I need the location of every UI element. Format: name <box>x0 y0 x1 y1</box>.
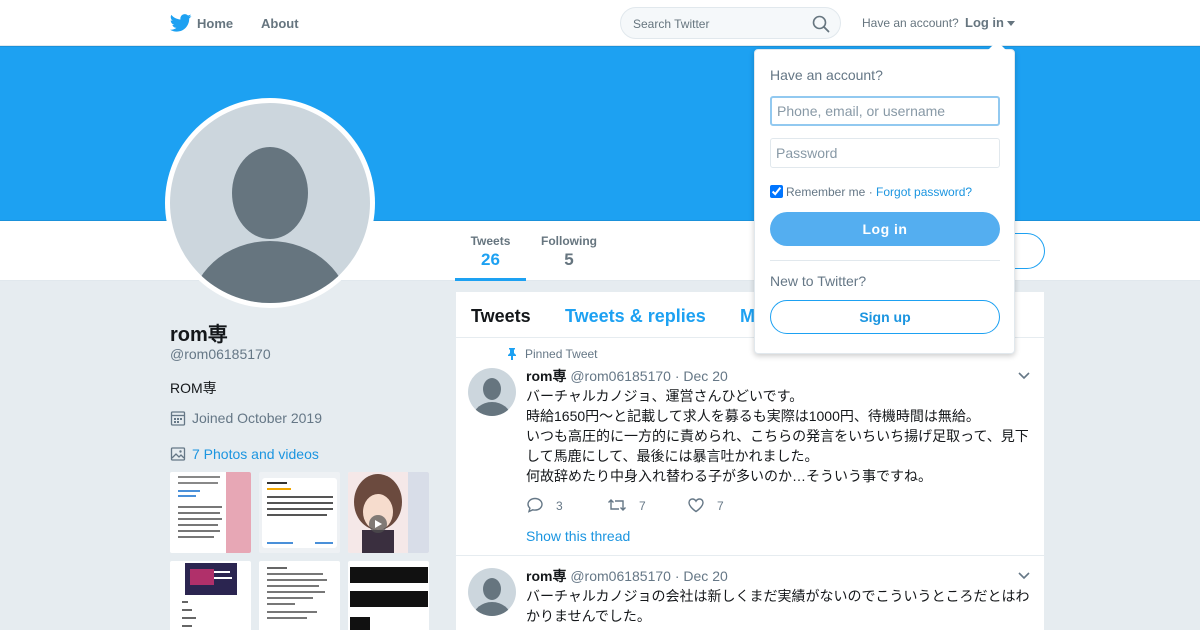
remember-row: Remember me · Forgot password? <box>770 185 972 199</box>
media-thumbnail[interactable] <box>259 561 340 630</box>
media-thumbnail[interactable] <box>348 561 429 630</box>
reply-count: 3 <box>556 499 563 513</box>
tweet-author-handle[interactable]: @rom06185170 <box>570 568 671 584</box>
tab-tweets[interactable]: Tweets <box>471 306 531 327</box>
pinned-label: Pinned Tweet <box>525 347 598 361</box>
tab-tweets-replies[interactable]: Tweets & replies <box>565 306 706 327</box>
tweet-header: rom専 @rom06185170 · Dec 20 <box>526 566 728 586</box>
reply-button[interactable]: 3 <box>526 496 563 514</box>
tweet-actions: 3 7 7 <box>526 496 826 516</box>
image-thumbnail <box>182 563 237 627</box>
profile-name[interactable]: rom専 <box>170 318 228 347</box>
profile-joined: Joined October 2019 <box>170 410 322 426</box>
nav-about-link[interactable]: About <box>261 16 299 31</box>
retweet-count: 7 <box>639 499 646 513</box>
default-avatar-image <box>170 103 370 303</box>
search-input[interactable]: Search Twitter <box>620 7 841 39</box>
like-count: 7 <box>717 499 724 513</box>
dropdown-title: Have an account? <box>770 67 883 83</box>
default-profile-icon <box>473 378 511 416</box>
like-button[interactable]: 7 <box>687 496 724 514</box>
tweet-avatar[interactable] <box>468 568 516 616</box>
username-input[interactable] <box>770 96 1000 126</box>
photos-videos-link[interactable]: 7 Photos and videos <box>170 446 319 462</box>
chevron-down-icon[interactable] <box>1016 568 1032 584</box>
profile-avatar[interactable] <box>165 98 375 308</box>
media-thumbnail[interactable] <box>348 472 429 553</box>
tweet-line: いつも高圧的に一方的に責められ、こちらの発言をいちいち揚げ足取って、見下して馬鹿… <box>526 428 1029 464</box>
search-icon[interactable] <box>812 15 830 33</box>
tweet-author-name[interactable]: rom専 <box>526 568 566 584</box>
reply-icon <box>527 497 543 513</box>
photos-videos-label: 7 Photos and videos <box>192 446 319 462</box>
chevron-down-icon[interactable] <box>1007 21 1015 26</box>
nav-home-link[interactable]: Home <box>197 16 233 31</box>
heart-icon <box>688 498 704 513</box>
twitter-bird-icon[interactable] <box>170 14 192 32</box>
password-input[interactable] <box>770 138 1000 168</box>
media-thumbnail[interactable] <box>170 472 251 553</box>
chevron-down-icon[interactable] <box>1016 368 1032 384</box>
tweet[interactable]: Pinned Tweet rom専 @rom06185170 · Dec 20 … <box>456 338 1044 556</box>
tweet-date[interactable]: · Dec 20 <box>675 568 728 584</box>
login-menu-button[interactable]: Log in <box>965 15 1004 30</box>
tweet-line: バーチャルカノジョの会社は新しくまだ実績がないのでこういうところだとはわかりませ… <box>526 588 1030 624</box>
image-icon <box>170 447 186 461</box>
text-screenshot-image <box>267 567 327 619</box>
profile-handle[interactable]: @rom06185170 <box>170 346 271 362</box>
tweet-line: 何故辞めたり中身入れ替わる子が多いのか…そういう事ですね。 <box>526 468 932 484</box>
profile-joined-text: Joined October 2019 <box>192 410 322 426</box>
remember-me-checkbox[interactable] <box>770 185 783 198</box>
stat-following[interactable]: Following 5 <box>535 234 603 270</box>
tweet-line: 時給1650円〜と記載して求人を募るも実際は1000円、待機時間は無給。 <box>526 408 980 424</box>
search-placeholder: Search Twitter <box>633 17 710 31</box>
pinned-indicator: Pinned Tweet <box>507 347 598 361</box>
screenshot-thumbnail-image <box>178 472 251 553</box>
new-to-twitter-text: New to Twitter? <box>770 273 867 289</box>
tweet-line: バーチャルカノジョ、運営さんひどいです。 <box>526 388 804 404</box>
tweet-date[interactable]: · Dec 20 <box>675 368 728 384</box>
tweet-author-name[interactable]: rom専 <box>526 368 566 384</box>
stat-tweets-value: 26 <box>481 250 500 269</box>
remember-me-label[interactable]: Remember me <box>786 185 865 199</box>
tweet-author-handle[interactable]: @rom06185170 <box>570 368 671 384</box>
media-thumbnail[interactable] <box>259 472 340 553</box>
tweet-avatar[interactable] <box>468 368 516 416</box>
have-account-text: Have an account? <box>862 16 959 30</box>
separator-dot: · <box>865 185 877 199</box>
profile-bio: ROM専 <box>170 380 217 396</box>
tweet-header: rom専 @rom06185170 · Dec 20 <box>526 366 728 386</box>
large-text-image <box>350 567 428 630</box>
stat-following-label: Following <box>541 234 597 248</box>
signup-button[interactable]: Sign up <box>770 300 1000 334</box>
retweet-button[interactable]: 7 <box>607 496 646 514</box>
stat-tweets[interactable]: Tweets 26 <box>455 234 526 281</box>
pin-icon <box>508 348 516 360</box>
login-button[interactable]: Log in <box>770 212 1000 246</box>
review-screenshot-image <box>262 478 337 548</box>
dropdown-arrow <box>988 41 1006 50</box>
default-profile-icon <box>190 147 350 303</box>
stat-tweets-label: Tweets <box>470 234 511 248</box>
top-nav: Home About Search Twitter Have an accoun… <box>0 0 1200 46</box>
retweet-icon <box>608 499 626 511</box>
stat-following-value: 5 <box>564 250 574 269</box>
divider <box>770 260 1000 261</box>
media-thumbnail[interactable] <box>170 561 251 630</box>
login-dropdown: Have an account? Remember me · Forgot pa… <box>754 49 1015 354</box>
default-profile-icon <box>473 578 511 616</box>
calendar-icon <box>170 411 186 426</box>
forgot-password-link[interactable]: Forgot password? <box>876 185 972 199</box>
tweet[interactable]: rom専 @rom06185170 · Dec 20 バーチャルカノジョの会社は… <box>456 556 1044 630</box>
tweet-text: バーチャルカノジョ、運営さんひどいです。 時給1650円〜と記載して求人を募るも… <box>526 386 1034 486</box>
anime-video-thumbnail <box>348 472 429 553</box>
show-thread-link[interactable]: Show this thread <box>526 528 630 544</box>
tweet-text: バーチャルカノジョの会社は新しくまだ実績がないのでこういうところだとはわかりませ… <box>526 586 1034 626</box>
